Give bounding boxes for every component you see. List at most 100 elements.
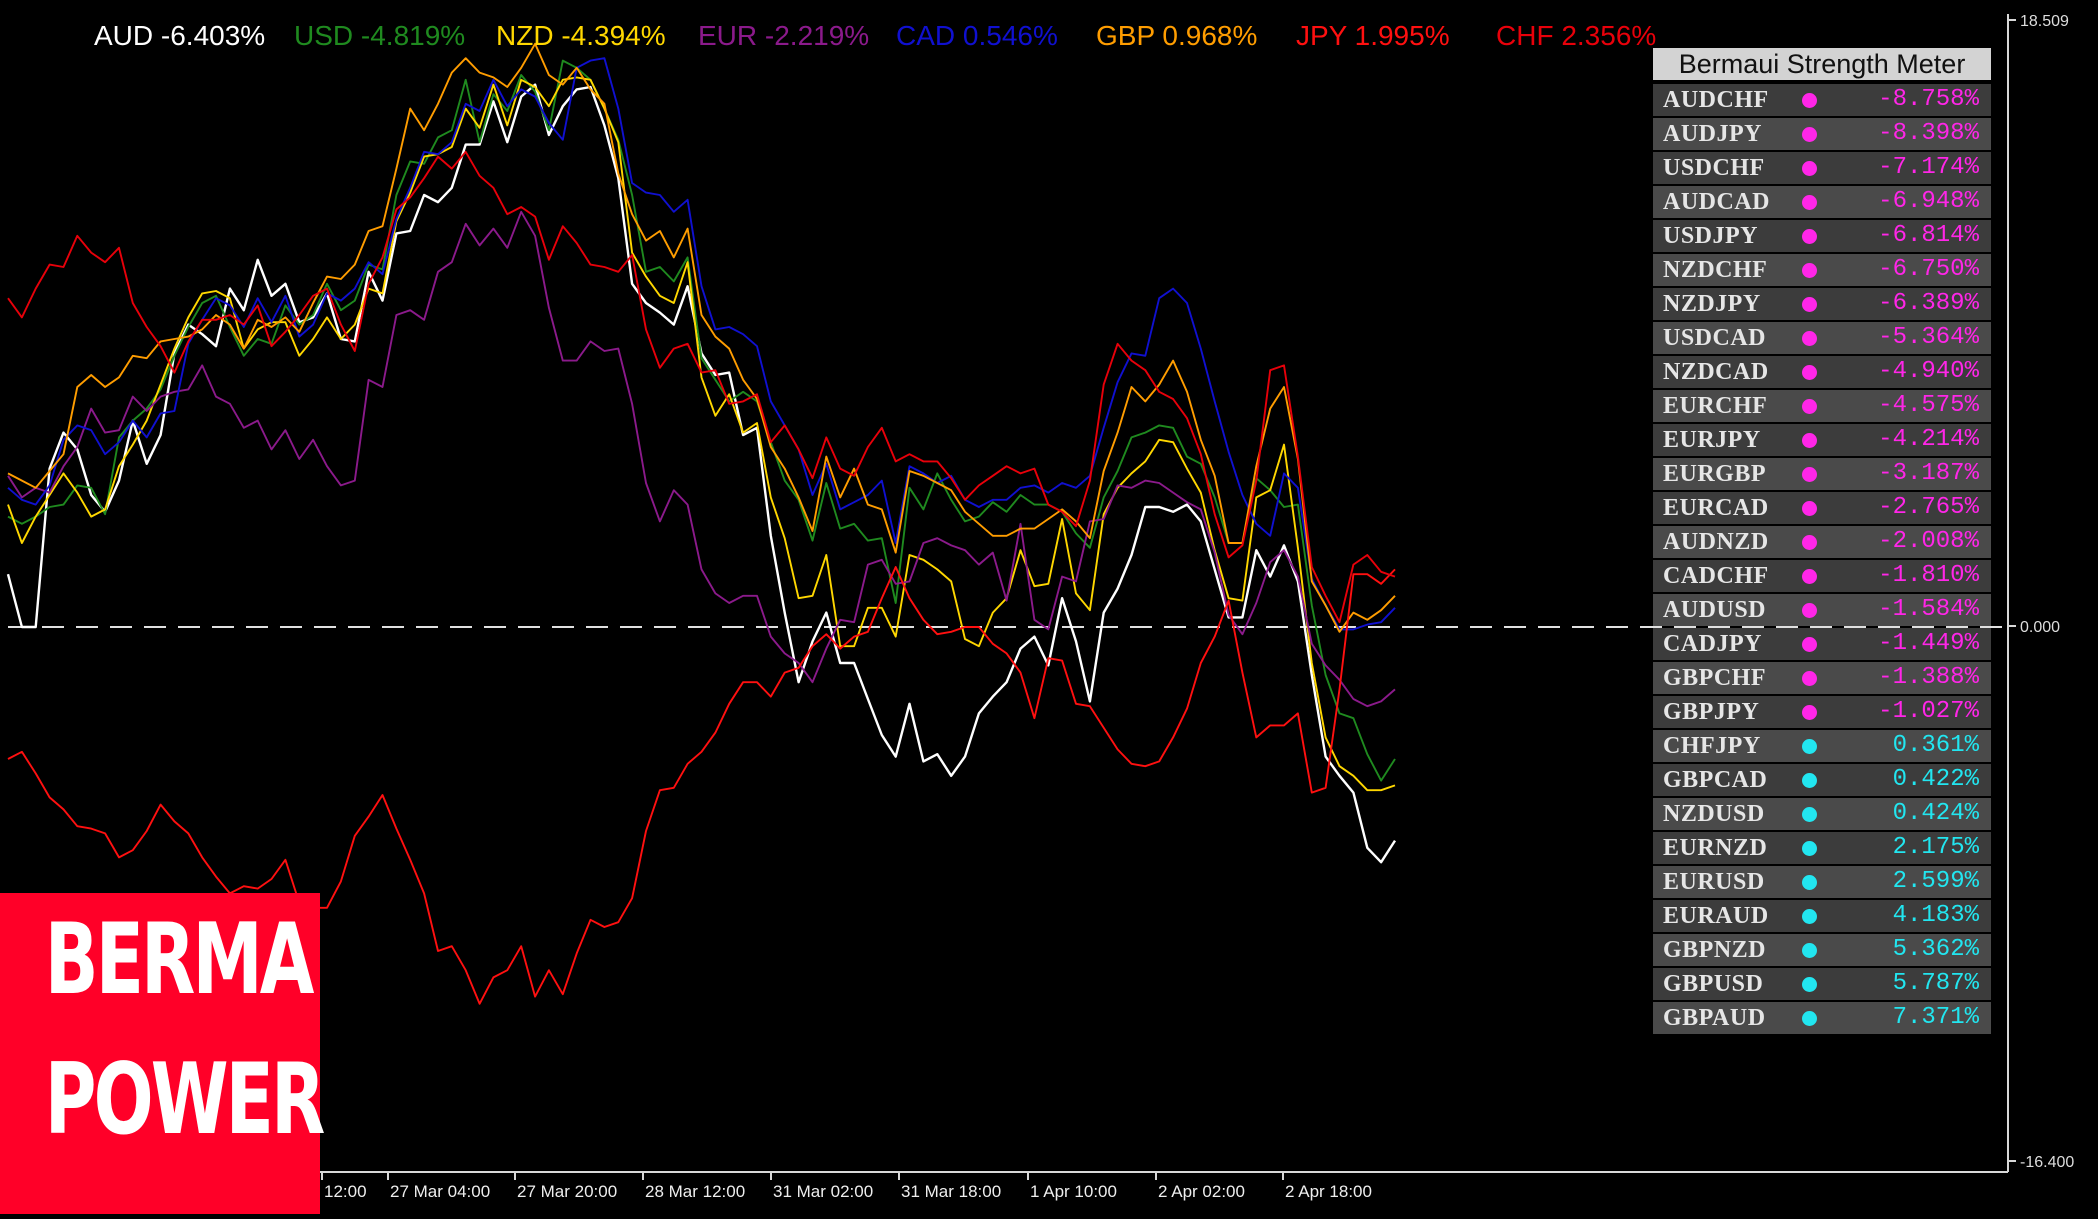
meter-row-eurcad: EURCAD -2.765% xyxy=(1653,492,1991,524)
meter-value: -1.027% xyxy=(1878,698,1979,725)
meter-row-usdcad: USDCAD -5.364% xyxy=(1653,322,1991,354)
status-dot-icon xyxy=(1802,331,1817,346)
meter-pair: EURCHF xyxy=(1663,393,1768,419)
strength-label-jpy: JPY 1.995% xyxy=(1296,20,1450,51)
status-dot-icon xyxy=(1802,739,1817,754)
meter-value: -6.948% xyxy=(1878,188,1979,215)
y-tick-label: 18.509 xyxy=(2020,13,2069,30)
meter-row-nzdchf: NZDCHF -6.750% xyxy=(1653,254,1991,286)
y-tick-label: -16.400 xyxy=(2020,1154,2074,1171)
meter-pair: GBPCHF xyxy=(1663,665,1766,691)
x-tick-label: 28 Mar 12:00 xyxy=(645,1182,745,1201)
meter-pair: EURNZD xyxy=(1663,835,1768,861)
status-dot-icon xyxy=(1802,977,1817,992)
meter-row-nzdcad: NZDCAD -4.940% xyxy=(1653,356,1991,388)
meter-value: -6.750% xyxy=(1878,256,1979,283)
meter-pair: EURJPY xyxy=(1663,427,1761,453)
brand-line-1: BERMA xyxy=(44,903,315,1017)
meter-value: -5.364% xyxy=(1878,324,1979,351)
meter-rows: AUDCHF -8.758% AUDJPY -8.398% USDCHF -7.174% A… xyxy=(1653,84,1991,1034)
series-line-nzd xyxy=(7,76,1396,792)
meter-value: 5.362% xyxy=(1892,936,1979,963)
status-dot-icon xyxy=(1802,127,1817,142)
meter-value: -7.174% xyxy=(1878,154,1979,181)
status-dot-icon xyxy=(1802,161,1817,176)
status-dot-icon xyxy=(1802,671,1817,686)
meter-row-eurnzd: EURNZD 2.175% xyxy=(1653,832,1991,864)
meter-pair: EURGBP xyxy=(1663,461,1767,487)
x-tick-label: 2 Apr 02:00 xyxy=(1158,1182,1245,1201)
meter-value: -1.810% xyxy=(1878,562,1979,589)
meter-row-gbpnzd: GBPNZD 5.362% xyxy=(1653,934,1991,966)
series-line-aud xyxy=(6,83,1397,864)
meter-value: -4.214% xyxy=(1878,426,1979,453)
x-tick-label: 12:00 xyxy=(324,1182,367,1201)
y-tick-label: 0.000 xyxy=(2020,619,2060,636)
meter-row-usdjpy: USDJPY -6.814% xyxy=(1653,220,1991,252)
meter-pair: GBPUSD xyxy=(1663,971,1764,997)
strength-label-nzd: NZD -4.394% xyxy=(496,20,666,51)
meter-row-eurgbp: EURGBP -3.187% xyxy=(1653,458,1991,490)
meter-row-cadjpy: CADJPY -1.449% xyxy=(1653,628,1991,660)
x-tick-label: 31 Mar 18:00 xyxy=(901,1182,1001,1201)
meter-value: -4.940% xyxy=(1878,358,1979,385)
meter-row-gbpcad: GBPCAD 0.422% xyxy=(1653,764,1991,796)
meter-pair: NZDCAD xyxy=(1663,359,1769,385)
status-dot-icon xyxy=(1802,1011,1817,1026)
meter-pair: EURUSD xyxy=(1663,869,1765,895)
meter-row-gbpusd: GBPUSD 5.787% xyxy=(1653,968,1991,1000)
strength-label-cad: CAD 0.546% xyxy=(896,20,1058,51)
status-dot-icon xyxy=(1802,229,1817,244)
status-dot-icon xyxy=(1802,603,1817,618)
meter-row-eurusd: EURUSD 2.599% xyxy=(1653,866,1991,898)
meter-pair: GBPNZD xyxy=(1663,937,1767,963)
meter-value: -1.388% xyxy=(1878,664,1979,691)
meter-row-audchf: AUDCHF -8.758% xyxy=(1653,84,1991,116)
meter-row-usdchf: USDCHF -7.174% xyxy=(1653,152,1991,184)
meter-row-audcad: AUDCAD -6.948% xyxy=(1653,186,1991,218)
meter-value: 0.422% xyxy=(1892,766,1979,793)
meter-row-eurjpy: EURJPY -4.214% xyxy=(1653,424,1991,456)
meter-value: 5.787% xyxy=(1892,970,1979,997)
status-dot-icon xyxy=(1802,637,1817,652)
status-dot-icon xyxy=(1802,263,1817,278)
brand-logo: BERMA POWER xyxy=(0,893,325,1214)
meter-value: -2.008% xyxy=(1878,528,1979,555)
meter-pair: EURAUD xyxy=(1663,903,1769,929)
meter-row-chfjpy: CHFJPY 0.361% xyxy=(1653,730,1991,762)
status-dot-icon xyxy=(1802,433,1817,448)
status-dot-icon xyxy=(1802,705,1817,720)
meter-value: -1.584% xyxy=(1878,596,1979,623)
meter-row-eurchf: EURCHF -4.575% xyxy=(1653,390,1991,422)
meter-pair: EURCAD xyxy=(1663,495,1769,521)
x-tick-label: 2 Apr 18:00 xyxy=(1285,1182,1372,1201)
meter-row-gbpjpy: GBPJPY -1.027% xyxy=(1653,696,1991,728)
strength-label-usd: USD -4.819% xyxy=(294,20,466,51)
status-dot-icon xyxy=(1802,535,1817,550)
status-dot-icon xyxy=(1802,365,1817,380)
meter-value: 4.183% xyxy=(1892,902,1979,929)
meter-pair: GBPCAD xyxy=(1663,767,1768,793)
strength-label-eur: EUR -2.219% xyxy=(698,20,870,51)
meter-value: -2.765% xyxy=(1878,494,1979,521)
meter-row-cadchf: CADCHF -1.810% xyxy=(1653,560,1991,592)
meter-value: 0.424% xyxy=(1892,800,1979,827)
meter-pair: USDCHF xyxy=(1663,155,1765,181)
meter-row-gbpchf: GBPCHF -1.388% xyxy=(1653,662,1991,694)
status-dot-icon xyxy=(1802,943,1817,958)
status-dot-icon xyxy=(1802,773,1817,788)
meter-value: -6.814% xyxy=(1878,222,1979,249)
meter-pair: USDJPY xyxy=(1663,223,1759,249)
strength-label-chf: CHF 2.356% xyxy=(1496,20,1657,51)
meter-pair: NZDJPY xyxy=(1663,291,1761,317)
x-tick-label: 27 Mar 04:00 xyxy=(390,1182,490,1201)
status-dot-icon xyxy=(1802,841,1817,856)
meter-row-audnzd: AUDNZD -2.008% xyxy=(1653,526,1991,558)
meter-value: 0.361% xyxy=(1892,732,1979,759)
x-tick-label: 27 Mar 20:00 xyxy=(517,1182,617,1201)
status-dot-icon xyxy=(1802,297,1817,312)
meter-row-nzdjpy: NZDJPY -6.389% xyxy=(1653,288,1991,320)
meter-pair: NZDCHF xyxy=(1663,257,1768,283)
meter-value: -6.389% xyxy=(1878,290,1979,317)
meter-value: -8.758% xyxy=(1878,86,1979,113)
